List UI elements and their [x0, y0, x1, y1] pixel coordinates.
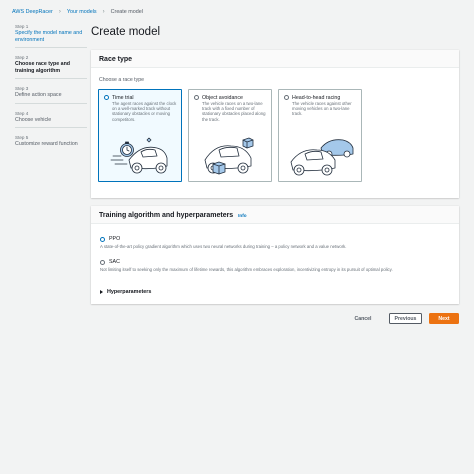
race-option-head-to-head[interactable]: Head-to-head racing The vehicle races ag… — [278, 89, 362, 182]
hyperparameters-expander[interactable]: Hyperparameters — [100, 289, 151, 295]
head-to-head-cars-icon — [290, 139, 354, 176]
race-option-desc: The agent races against the clock on a w… — [112, 101, 177, 122]
step-divider — [15, 127, 87, 128]
step-5: Step 5 Customize reward function — [15, 135, 87, 148]
algo-desc: Not limiting itself to seeking only the … — [100, 266, 393, 272]
breadcrumb: AWS DeepRacer › Your models › Create mod… — [12, 6, 143, 18]
training-algorithm-title: Training algorithm and hyperparameters — [99, 212, 234, 219]
step-divider — [15, 102, 87, 104]
breadcrumb-current: Create model — [110, 9, 143, 15]
training-algorithm-panel: Training algorithm and hyperparameters I… — [91, 206, 459, 304]
radio-button[interactable] — [104, 95, 109, 100]
breadcrumb-your-models[interactable]: Your models — [67, 9, 97, 15]
step-3: Step 3 Define action space — [15, 86, 87, 104]
hyperparameters-label: Hyperparameters — [107, 289, 152, 295]
chevron-right-icon: › — [58, 9, 61, 15]
cancel-button[interactable]: Cancel — [349, 313, 377, 324]
race-option-title: Object avoidance — [202, 94, 243, 101]
wizard-steps: Step 1 Specify the model name and enviro… — [15, 24, 87, 155]
race-option-title: Time trial — [112, 94, 134, 101]
race-type-heading: Race type — [91, 50, 459, 68]
breadcrumb-deepracer[interactable]: AWS DeepRacer — [12, 9, 53, 15]
step-title: Choose vehicle — [15, 116, 52, 123]
chevron-right-icon: › — [102, 9, 105, 15]
step-2: Step 2 Choose race type and training alg… — [15, 55, 87, 79]
info-link[interactable]: Info — [238, 213, 246, 218]
step-title: Customize reward function — [15, 141, 78, 147]
step-divider — [15, 78, 87, 79]
radio-button[interactable] — [100, 237, 105, 242]
previous-button[interactable]: Previous — [389, 313, 422, 324]
caret-right-icon — [100, 290, 103, 294]
step-title: Define action space — [15, 92, 62, 98]
step-divider — [15, 47, 87, 48]
radio-button[interactable] — [100, 260, 105, 265]
object-avoidance-car-icon — [204, 137, 254, 175]
race-type-prompt: Choose a race type — [99, 77, 144, 83]
page-title: Create model — [91, 26, 161, 38]
radio-button[interactable] — [284, 95, 289, 100]
time-trial-car-icon — [110, 137, 168, 174]
race-option-desc: The vehicle races against other moving v… — [292, 101, 352, 117]
algo-desc: A state-of-the-art policy gradient algor… — [100, 243, 347, 249]
race-option-desc: The vehicle races on a two-lane track wi… — [202, 101, 266, 122]
step-1[interactable]: Step 1 Specify the model name and enviro… — [15, 24, 87, 48]
algo-name: SAC — [109, 259, 120, 265]
radio-button[interactable] — [194, 95, 199, 100]
race-option-time-trial[interactable]: Time trial The agent races against the c… — [98, 89, 182, 182]
next-button[interactable]: Next — [429, 313, 459, 324]
training-algorithm-heading: Training algorithm and hyperparameters I… — [91, 206, 459, 224]
step-title: Choose race type and training algorithm — [15, 61, 71, 74]
race-option-title: Head-to-head racing — [292, 94, 341, 101]
step-title[interactable]: Specify the model name and environment — [15, 30, 87, 43]
step-4: Step 4 Choose vehicle — [15, 111, 87, 128]
algo-name: PPO — [109, 236, 121, 242]
race-option-object-avoidance[interactable]: Object avoidance The vehicle races on a … — [188, 89, 272, 182]
wizard-actions: Cancel Previous Next — [91, 313, 459, 325]
race-type-panel: Race type Choose a race type Time trial … — [91, 50, 459, 198]
